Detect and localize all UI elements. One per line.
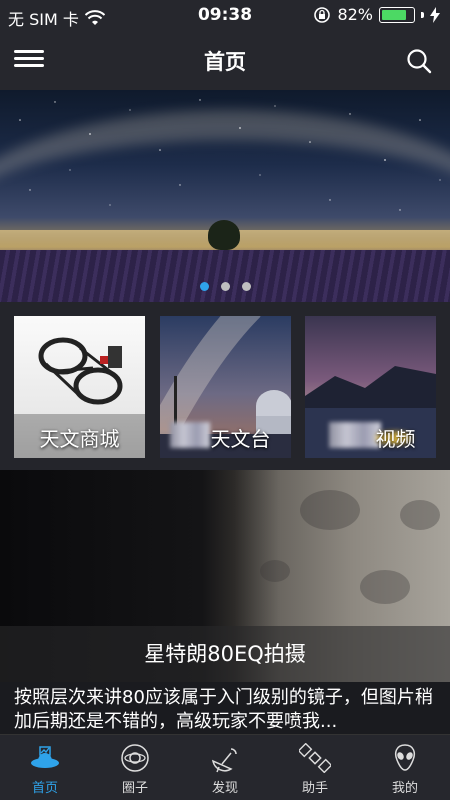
tab-label: 发现 (211, 781, 238, 796)
tab-home[interactable]: 首页 (0, 735, 90, 800)
card-label: 视频 (375, 427, 416, 451)
banner-carousel[interactable] (0, 90, 450, 302)
satellite-dish-icon (211, 748, 237, 773)
carousel-dot[interactable] (199, 282, 209, 291)
tab-mine[interactable]: 我的 (360, 735, 450, 800)
feature-caption: 星特朗80EQ拍摄 (0, 626, 450, 682)
carousel-dot[interactable] (241, 282, 251, 291)
card-label: 天文台 (210, 427, 271, 451)
card-label: 天文商城 (39, 427, 120, 451)
moon-crater (360, 570, 410, 604)
tab-label: 我的 (391, 781, 418, 796)
carousel-dot[interactable] (220, 282, 230, 291)
card-observatory[interactable]: 天文台 (160, 316, 291, 458)
hamburger-line (14, 57, 44, 60)
tab-circle[interactable]: 圈子 (90, 735, 180, 800)
tab-label: 助手 (301, 781, 328, 796)
tab-label: 首页 (31, 781, 58, 796)
tab-discover[interactable]: 发现 (180, 735, 270, 800)
carousel-indicators (0, 282, 450, 291)
lavender-field (0, 250, 450, 302)
status-bar: 无 SIM 卡 09:38 82% (0, 0, 450, 32)
moon-crater (260, 560, 290, 582)
feature-post-image[interactable]: 星特朗80EQ拍摄 (0, 470, 450, 682)
battery-fill (382, 9, 406, 20)
status-right: 82% (313, 5, 440, 24)
feature-description[interactable]: 按照层次来讲80应该属于入门级别的镜子，但图片稍加后期还是不错的，高级玩家不要喷… (0, 682, 450, 734)
search-button[interactable] (406, 48, 432, 74)
menu-button[interactable] (14, 50, 44, 72)
hamburger-line (14, 64, 44, 67)
card-astronomy-shop[interactable]: 天文商城 (14, 316, 145, 458)
telescope-image (38, 337, 123, 405)
moon-crater (400, 500, 440, 530)
battery-tip (421, 11, 424, 18)
rotation-lock-icon (314, 6, 331, 23)
tab-label: 圈子 (121, 781, 148, 796)
moon-crater (300, 490, 360, 530)
header: 首页 (0, 32, 450, 90)
charging-bolt-icon (430, 6, 440, 23)
alien-icon (394, 744, 416, 771)
tab-bar: 首页 圈子 发现 助手 我的 (0, 734, 450, 800)
battery-icon (379, 6, 415, 23)
tab-assistant[interactable]: 助手 (270, 735, 360, 800)
page-title: 首页 (204, 50, 246, 74)
planet-orbit-icon (121, 744, 149, 772)
hamburger-icon (14, 50, 44, 53)
home-ufo-icon (31, 746, 59, 768)
description-text: 按照层次来讲80应该属于入门级别的镜子，但图片稍加后期还是不错的，高级玩家不要喷… (14, 687, 433, 732)
search-icon (407, 49, 432, 74)
category-cards: 天文商城 天文台 视频 (0, 302, 450, 470)
satellite-icon (299, 743, 331, 773)
battery-percent: 82% (337, 5, 373, 24)
card-video[interactable]: 视频 (305, 316, 436, 458)
